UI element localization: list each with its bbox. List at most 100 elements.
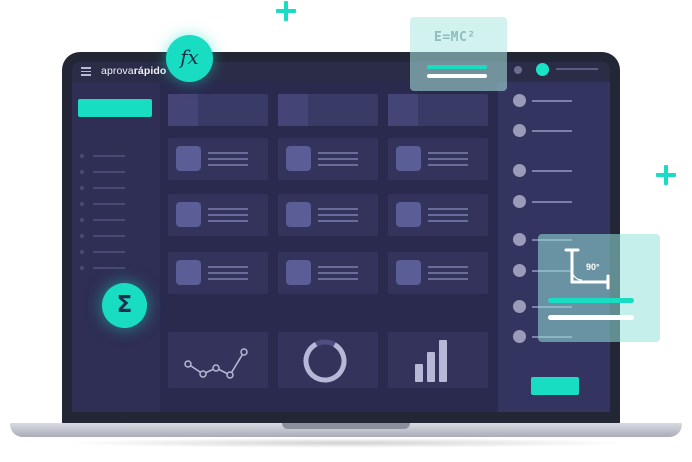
right-panel-line	[532, 100, 572, 102]
content-card[interactable]	[168, 194, 268, 236]
sidebar-item-bullet	[80, 202, 84, 206]
content-card-line	[208, 278, 248, 280]
content-card-line	[428, 164, 468, 166]
content-card-line	[208, 208, 248, 210]
top-bar: aprovarápido	[72, 62, 610, 82]
sigma-symbol: Σ	[116, 292, 133, 318]
notification-dot[interactable]	[514, 66, 522, 74]
sidebar-item-bullet	[80, 234, 84, 238]
right-panel-avatar	[513, 94, 526, 107]
content-card-thumb	[176, 146, 201, 171]
content-card[interactable]	[278, 252, 378, 294]
content-card-line	[208, 164, 248, 166]
sidebar-item-bullet	[80, 170, 84, 174]
sigma-icon: Σ	[102, 283, 147, 328]
content-card-line	[428, 272, 468, 274]
sidebar-item-bullet	[80, 154, 84, 158]
summary-card-thumb	[388, 94, 418, 126]
summary-card-thumb	[168, 94, 198, 126]
right-panel-line	[532, 130, 572, 132]
sidebar-item-bullet	[80, 250, 84, 254]
laptop-notch	[282, 423, 410, 429]
laptop-shadow	[60, 438, 632, 448]
summary-card[interactable]	[388, 94, 488, 126]
user-name-placeholder	[556, 68, 598, 70]
right-panel-avatar	[513, 330, 526, 343]
angle-label: 90°	[586, 262, 600, 272]
function-symbol: fx	[180, 45, 199, 69]
plus-icon	[276, 1, 296, 21]
content-card-line	[208, 158, 248, 160]
content-card-line	[428, 278, 468, 280]
summary-card-thumb	[278, 94, 308, 126]
sidebar-item-line	[93, 203, 125, 205]
sidebar-item-line	[93, 235, 125, 237]
user-avatar[interactable]	[536, 63, 549, 76]
content-card[interactable]	[168, 138, 268, 180]
logo-prefix: aprova	[101, 65, 134, 77]
sidebar-item-bullet	[80, 266, 84, 270]
sidebar-item-line	[93, 219, 125, 221]
sidebar-item-line	[93, 187, 125, 189]
logo-bold: rápido	[133, 65, 167, 77]
angle-card-line	[548, 315, 634, 320]
angle-card: 90°	[538, 234, 660, 342]
content-card-thumb	[176, 260, 201, 285]
content-card-line	[318, 152, 358, 154]
content-card-thumb	[286, 202, 311, 227]
right-panel-avatar	[513, 164, 526, 177]
sidebar	[72, 82, 160, 412]
app-logo[interactable]: aprovarápido	[101, 65, 166, 77]
formula-text: E=MC²	[434, 30, 476, 45]
sidebar-item-line	[93, 171, 125, 173]
content-card-line	[208, 214, 248, 216]
content-card-thumb	[396, 260, 421, 285]
content-card-line	[428, 158, 468, 160]
content-card-line	[318, 272, 358, 274]
right-panel-avatar	[513, 195, 526, 208]
content-card-line	[318, 266, 358, 268]
content-card[interactable]	[388, 252, 488, 294]
right-panel-line	[532, 201, 572, 203]
app-screen: aprovarápido	[72, 62, 610, 412]
content-card-thumb	[176, 202, 201, 227]
bar-chart-card[interactable]	[388, 332, 488, 388]
right-panel-avatar	[513, 233, 526, 246]
content-card-line	[318, 164, 358, 166]
content-card-line	[318, 214, 358, 216]
content-card-line	[428, 152, 468, 154]
content-card[interactable]	[388, 194, 488, 236]
content-card-line	[318, 158, 358, 160]
hamburger-menu-icon[interactable]	[81, 67, 91, 76]
content-card-line	[208, 152, 248, 154]
content-card[interactable]	[278, 194, 378, 236]
summary-card[interactable]	[278, 94, 378, 126]
line-chart-card[interactable]	[168, 332, 268, 388]
sidebar-primary-button[interactable]	[78, 99, 152, 117]
sidebar-item-line	[93, 251, 125, 253]
content-card-line	[318, 208, 358, 210]
sidebar-item-bullet	[80, 218, 84, 222]
content-card[interactable]	[168, 252, 268, 294]
right-panel-line	[532, 170, 572, 172]
summary-card[interactable]	[168, 94, 268, 126]
right-panel-action-button[interactable]	[531, 377, 579, 395]
donut-chart-card[interactable]	[278, 332, 378, 388]
content-card-line	[428, 214, 468, 216]
content-card[interactable]	[388, 138, 488, 180]
angle-card-accent-line	[548, 298, 634, 303]
right-panel-avatar	[513, 124, 526, 137]
right-angle-icon: 90°	[564, 248, 610, 290]
content-card-thumb	[396, 146, 421, 171]
content-card-line	[208, 220, 248, 222]
content-card-line	[208, 266, 248, 268]
donut-chart-icon	[303, 339, 347, 383]
line-chart-icon	[184, 348, 248, 379]
content-card-line	[318, 220, 358, 222]
main-content	[160, 82, 498, 412]
content-card-thumb	[286, 146, 311, 171]
content-card-thumb	[286, 260, 311, 285]
content-card-line	[428, 208, 468, 210]
formula-card	[410, 17, 507, 91]
content-card[interactable]	[278, 138, 378, 180]
